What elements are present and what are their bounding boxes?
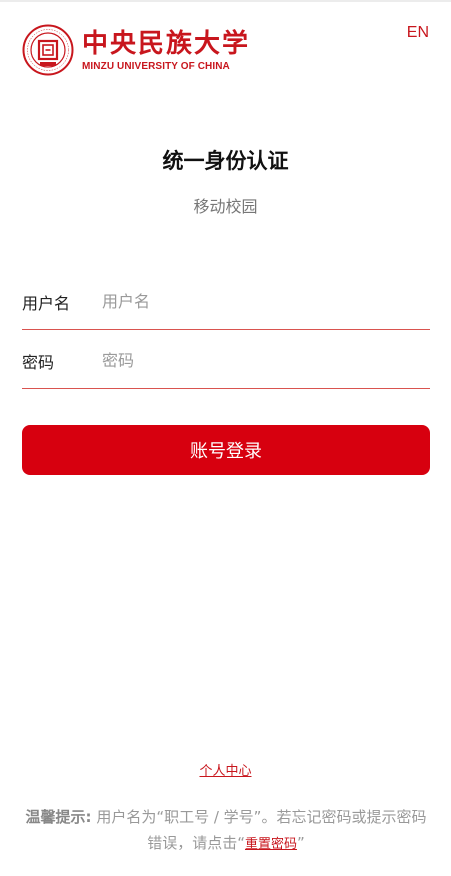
username-label: 用户名 [22, 293, 71, 313]
password-label: 密码 [22, 352, 55, 372]
password-row: 密码 [22, 333, 430, 389]
tip-end: ” [297, 834, 305, 852]
personal-center-link[interactable]: 个人中心 [199, 764, 251, 779]
tip-message: 温馨提示: 用户名为“职工号 / 学号”。若忘记密码或提示密码错误，请点击“重置… [22, 804, 430, 858]
login-button[interactable]: 账号登录 [22, 425, 430, 475]
logo-chinese-name: 中央民族大学 [82, 28, 251, 59]
logo-english-name: MINZU UNIVERSITY OF CHINA [82, 60, 230, 72]
language-switch[interactable]: EN [407, 24, 429, 42]
university-logo: 中央民族大学 MINZU UNIVERSITY OF CHINA [22, 24, 250, 76]
password-input[interactable] [102, 351, 430, 370]
university-seal-icon [22, 24, 74, 76]
username-input[interactable] [102, 292, 430, 311]
page-title: 统一身份认证 [162, 149, 289, 173]
page-subtitle: 移动校园 [193, 197, 258, 216]
username-row: 用户名 [22, 274, 430, 330]
tip-label: 温馨提示: [25, 808, 92, 826]
header: 中央民族大学 MINZU UNIVERSITY OF CHINA EN [0, 0, 451, 90]
personal-center: 个人中心 [0, 760, 451, 779]
reset-password-link[interactable]: 重置密码 [245, 837, 297, 852]
